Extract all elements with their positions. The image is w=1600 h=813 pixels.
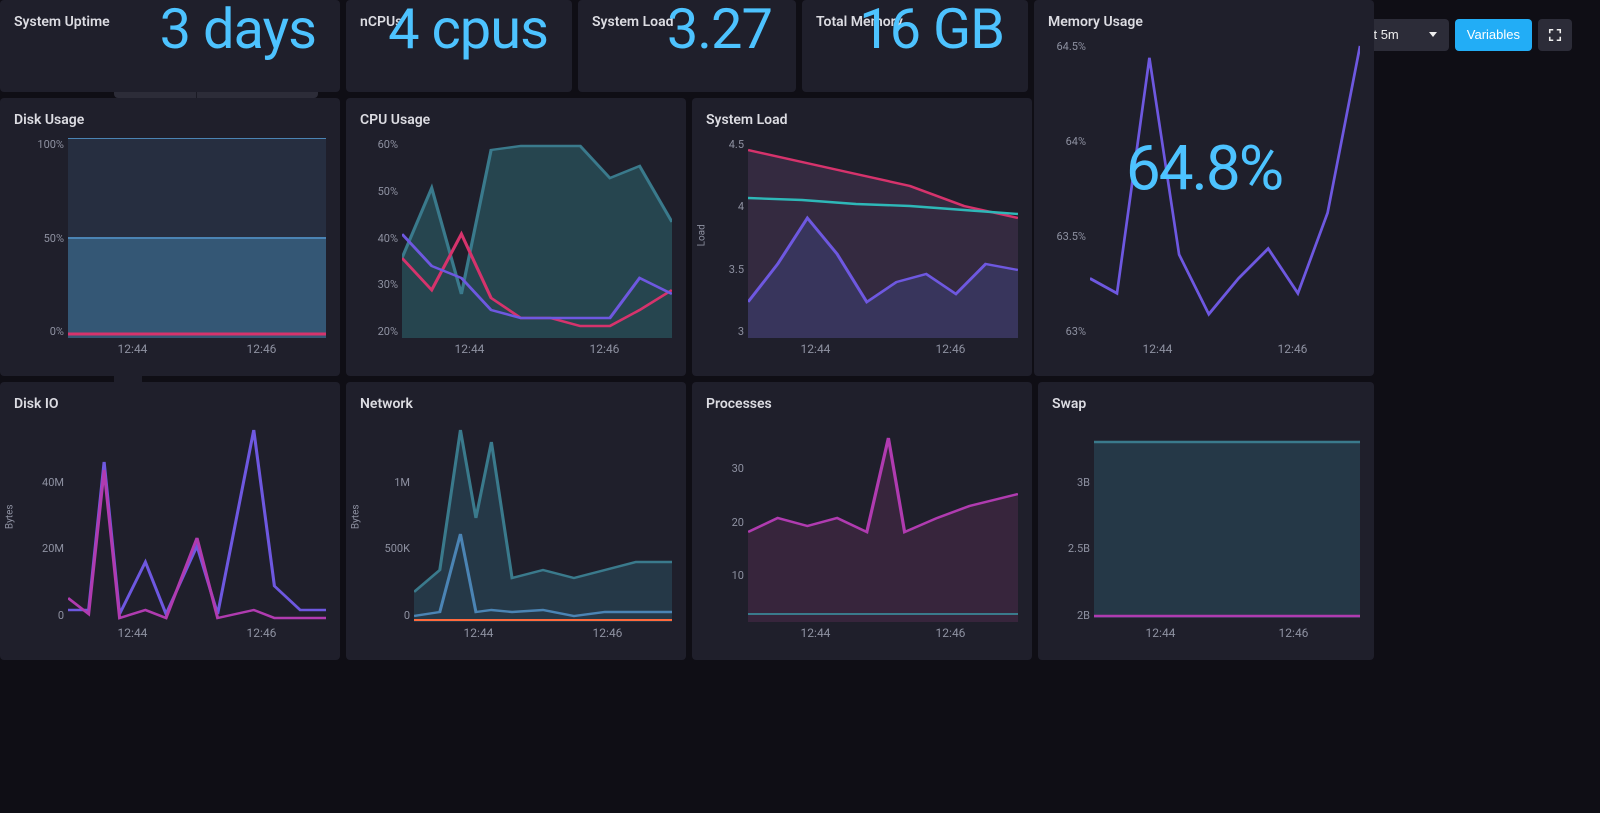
memory-usage-value: 64.8% (1126, 133, 1282, 206)
panel-title: Memory Usage (1048, 14, 1360, 30)
y-axis: 4.5 4 3.5 3 (706, 138, 744, 338)
panel-system-load-stat[interactable]: System Load 3.27 (578, 0, 796, 92)
panel-processes[interactable]: Processes 30 20 10 12:4412:46 (692, 382, 1032, 660)
x-axis: 12:4412:46 (748, 626, 1018, 650)
y-axis: 3B 2.5B 2B (1052, 422, 1090, 622)
x-axis: 12:4412:46 (68, 626, 326, 650)
panel-title: Disk IO (14, 396, 326, 412)
panel-disk-io[interactable]: Disk IO Bytes 40M 20M 0 12:4412:46 (0, 382, 340, 660)
x-axis: 12:4412:46 (68, 342, 326, 366)
variables-label: Variables (1467, 27, 1520, 42)
panel-title: Processes (706, 396, 1018, 412)
x-axis: 12:4412:46 (1094, 626, 1360, 650)
panel-system-uptime[interactable]: System Uptime 3 days (0, 0, 340, 92)
panel-ncpus[interactable]: nCPUs 4 cpus (346, 0, 572, 92)
panel-cpu-usage[interactable]: CPU Usage 60% 50% 40% 30% 20% 12:4412:46 (346, 98, 686, 376)
panel-title: Swap (1052, 396, 1360, 412)
y-axis: 64.5% 64% 63.5% 63% (1048, 40, 1086, 338)
panel-title: Disk Usage (14, 112, 326, 128)
y-axis: 60% 50% 40% 30% 20% (360, 138, 398, 338)
panel-memory-usage[interactable]: Memory Usage 64.8% 64.5% 64% 63.5% 63% 1… (1034, 0, 1374, 376)
fullscreen-button[interactable] (1538, 19, 1572, 51)
y-axis: 40M 20M 0 (14, 422, 64, 622)
y-axis: 100% 50% 0% (14, 138, 64, 338)
x-axis: 12:4412:46 (748, 342, 1018, 366)
panel-total-memory[interactable]: Total Memory 16 GB (802, 0, 1028, 92)
panel-network[interactable]: Network Bytes 1M 500K 0 12:4412:46 (346, 382, 686, 660)
stat-value: 3.27 (667, 0, 772, 62)
stat-value: 3 days (160, 0, 316, 62)
x-axis: 12:4412:46 (402, 342, 672, 366)
panel-title: Network (360, 396, 672, 412)
panel-disk-usage[interactable]: Disk Usage 100% 50% 0% 12:4412:46 (0, 98, 340, 376)
y-axis: 30 20 10 (706, 422, 744, 622)
panel-title: System Load (706, 112, 1018, 128)
y-axis: 1M 500K 0 (360, 422, 410, 622)
stat-value: 4 cpus (388, 0, 548, 62)
x-axis: 12:4412:46 (414, 626, 672, 650)
stat-value: 16 GB (859, 0, 1004, 62)
chevron-down-icon (1429, 32, 1437, 37)
panel-system-load-chart[interactable]: System Load Load 4.5 4 3.5 3 12:4412:46 (692, 98, 1032, 376)
x-axis: 12:4412:46 (1090, 342, 1360, 366)
variables-button[interactable]: Variables (1455, 19, 1532, 51)
panel-swap[interactable]: Swap 3B 2.5B 2B 12:4412:46 (1038, 382, 1374, 660)
panel-title: CPU Usage (360, 112, 672, 128)
